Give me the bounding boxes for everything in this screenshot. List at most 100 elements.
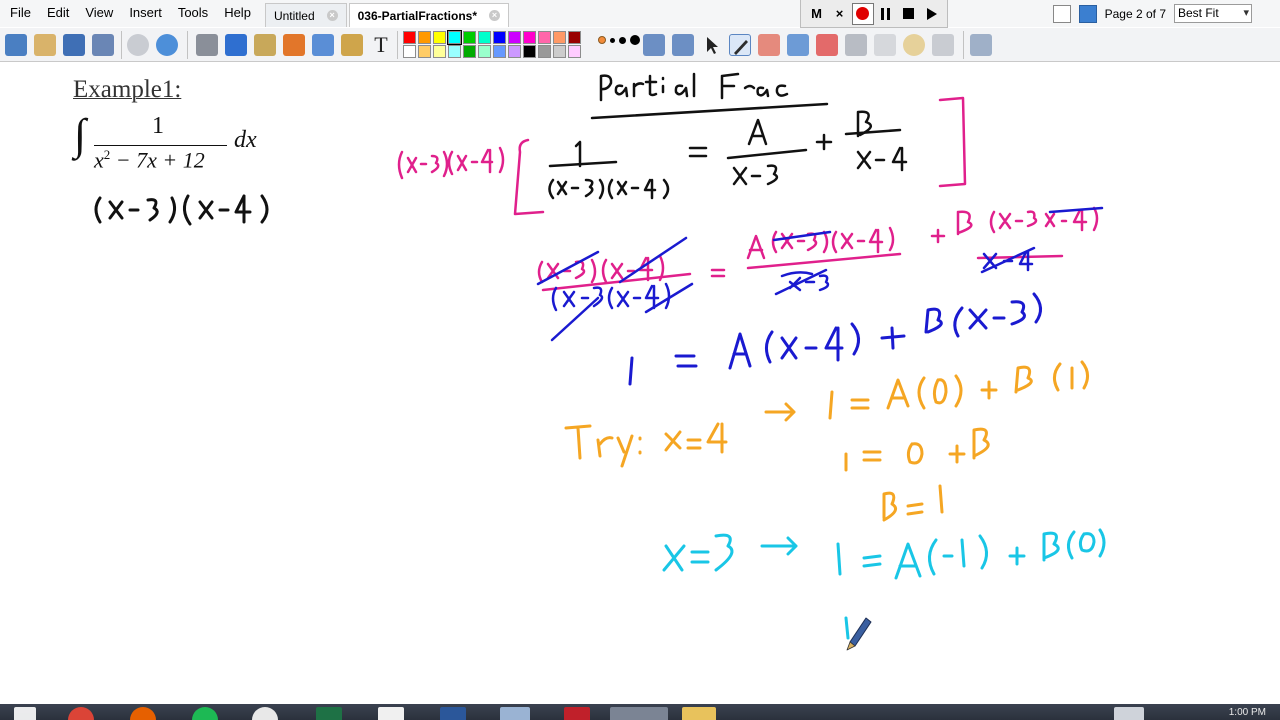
notebook-icon[interactable]: [34, 34, 56, 56]
pen-icon[interactable]: [225, 34, 247, 56]
tab-label: Untitled: [273, 8, 315, 23]
settings-icon[interactable]: [92, 34, 114, 56]
fill-icon[interactable]: [254, 34, 276, 56]
menu-help[interactable]: Help: [216, 0, 259, 27]
pen-width-medium[interactable]: [619, 36, 626, 44]
text-tool-icon[interactable]: T: [370, 34, 392, 56]
color-swatch[interactable]: [568, 31, 581, 44]
refresh-icon[interactable]: [816, 34, 838, 56]
clock-icon[interactable]: [903, 34, 925, 56]
tab-label: 036-PartialFractions*: [357, 8, 478, 23]
lasso-icon[interactable]: [787, 34, 809, 56]
page-indicator: Page 2 of 7: [1104, 6, 1166, 21]
clipboard-icon[interactable]: [932, 34, 954, 56]
color-swatch[interactable]: [403, 45, 416, 58]
color-swatch[interactable]: [463, 45, 476, 58]
color-palette: [403, 30, 582, 58]
excel-icon[interactable]: [316, 707, 342, 720]
pause-button[interactable]: [875, 3, 897, 25]
zoom-select[interactable]: Best Fit: [1174, 4, 1252, 23]
page-sorter-icon[interactable]: [1052, 4, 1071, 23]
close-icon[interactable]: ×: [326, 10, 338, 21]
tab-untitled[interactable]: Untitled ×: [264, 3, 347, 27]
menu-view[interactable]: View: [77, 0, 121, 27]
color-swatch[interactable]: [538, 31, 551, 44]
color-swatch[interactable]: [478, 31, 491, 44]
tools-icon[interactable]: [196, 34, 218, 56]
color-swatch[interactable]: [568, 45, 581, 58]
play-icon: [926, 7, 937, 20]
customize-toolbar-icon[interactable]: [970, 34, 992, 56]
color-swatch[interactable]: [433, 31, 446, 44]
pen-width-selector: [598, 35, 640, 45]
close-icon[interactable]: ×: [489, 10, 501, 21]
window-icon[interactable]: [500, 707, 530, 720]
color-swatch[interactable]: [508, 31, 521, 44]
pen-cursor-icon: [846, 617, 872, 651]
pen-tool-icon[interactable]: [729, 34, 751, 56]
taskbar: 1:00 PM: [0, 704, 1280, 720]
globe-icon[interactable]: [156, 34, 178, 56]
media-icon[interactable]: [341, 34, 363, 56]
pdf-icon[interactable]: [564, 707, 590, 720]
menu-tools[interactable]: Tools: [170, 0, 216, 27]
color-swatch[interactable]: [478, 45, 491, 58]
color-swatch[interactable]: [433, 45, 446, 58]
color-swatch[interactable]: [447, 30, 462, 45]
recording-controls: M ×: [800, 0, 948, 28]
document-tabs: Untitled × 036-PartialFractions* ×: [264, 0, 511, 27]
menu-edit[interactable]: Edit: [39, 0, 77, 27]
shapes-icon[interactable]: [283, 34, 305, 56]
color-swatch[interactable]: [418, 31, 431, 44]
record-button[interactable]: [851, 2, 874, 25]
chrome-icon[interactable]: [68, 707, 94, 720]
pause-icon: [881, 7, 890, 20]
previous-icon[interactable]: [127, 34, 149, 56]
tab-partial-fractions[interactable]: 036-PartialFractions* ×: [348, 3, 510, 27]
select-arrow-icon[interactable]: [701, 34, 723, 56]
color-swatch[interactable]: [508, 45, 521, 58]
cancel-recording-button[interactable]: ×: [829, 3, 851, 25]
forward-arrow-icon[interactable]: [672, 34, 694, 56]
eraser-icon[interactable]: [758, 34, 780, 56]
color-swatch[interactable]: [553, 31, 566, 44]
redo-icon[interactable]: [874, 34, 896, 56]
active-app-icon[interactable]: [610, 707, 668, 720]
color-swatch[interactable]: [538, 45, 551, 58]
ink-multiplication-step: [537, 206, 1099, 292]
new-page-icon[interactable]: [5, 34, 27, 56]
undo-icon[interactable]: [845, 34, 867, 56]
firefox-icon[interactable]: [130, 707, 156, 720]
color-swatch[interactable]: [523, 31, 536, 44]
formula-app-icon[interactable]: [378, 707, 404, 720]
whiteboard-canvas[interactable]: Example1: ∫ 1 x2 − 7x + 12 dx: [0, 62, 1280, 704]
spotify-icon[interactable]: [192, 707, 218, 720]
menu-insert[interactable]: Insert: [121, 0, 170, 27]
stop-button[interactable]: [898, 3, 920, 25]
menu-file[interactable]: File: [0, 0, 39, 27]
color-swatch[interactable]: [523, 45, 536, 58]
mode-button[interactable]: M: [806, 3, 828, 25]
color-swatch[interactable]: [418, 45, 431, 58]
color-swatch[interactable]: [553, 45, 566, 58]
play-button[interactable]: [921, 3, 943, 25]
ink-decomposition-setup: [548, 110, 908, 200]
clock-app-icon[interactable]: [252, 707, 278, 720]
start-icon[interactable]: [14, 707, 36, 720]
folder-icon[interactable]: [682, 707, 716, 720]
word-icon[interactable]: [440, 707, 466, 720]
color-swatch[interactable]: [493, 31, 506, 44]
pen-width-thin[interactable]: [610, 37, 615, 43]
keyboard-icon[interactable]: [1114, 707, 1144, 720]
pages-icon[interactable]: [63, 34, 85, 56]
line-icon[interactable]: [312, 34, 334, 56]
color-swatch[interactable]: [493, 45, 506, 58]
ink-cancellations: [536, 206, 1104, 342]
color-swatch[interactable]: [448, 45, 461, 58]
pen-width-large[interactable]: [630, 35, 640, 45]
back-arrow-icon[interactable]: [643, 34, 665, 56]
screenshot-icon[interactable]: [1078, 4, 1097, 23]
pen-width-small[interactable]: [598, 36, 606, 44]
color-swatch[interactable]: [403, 31, 416, 44]
color-swatch[interactable]: [463, 31, 476, 44]
